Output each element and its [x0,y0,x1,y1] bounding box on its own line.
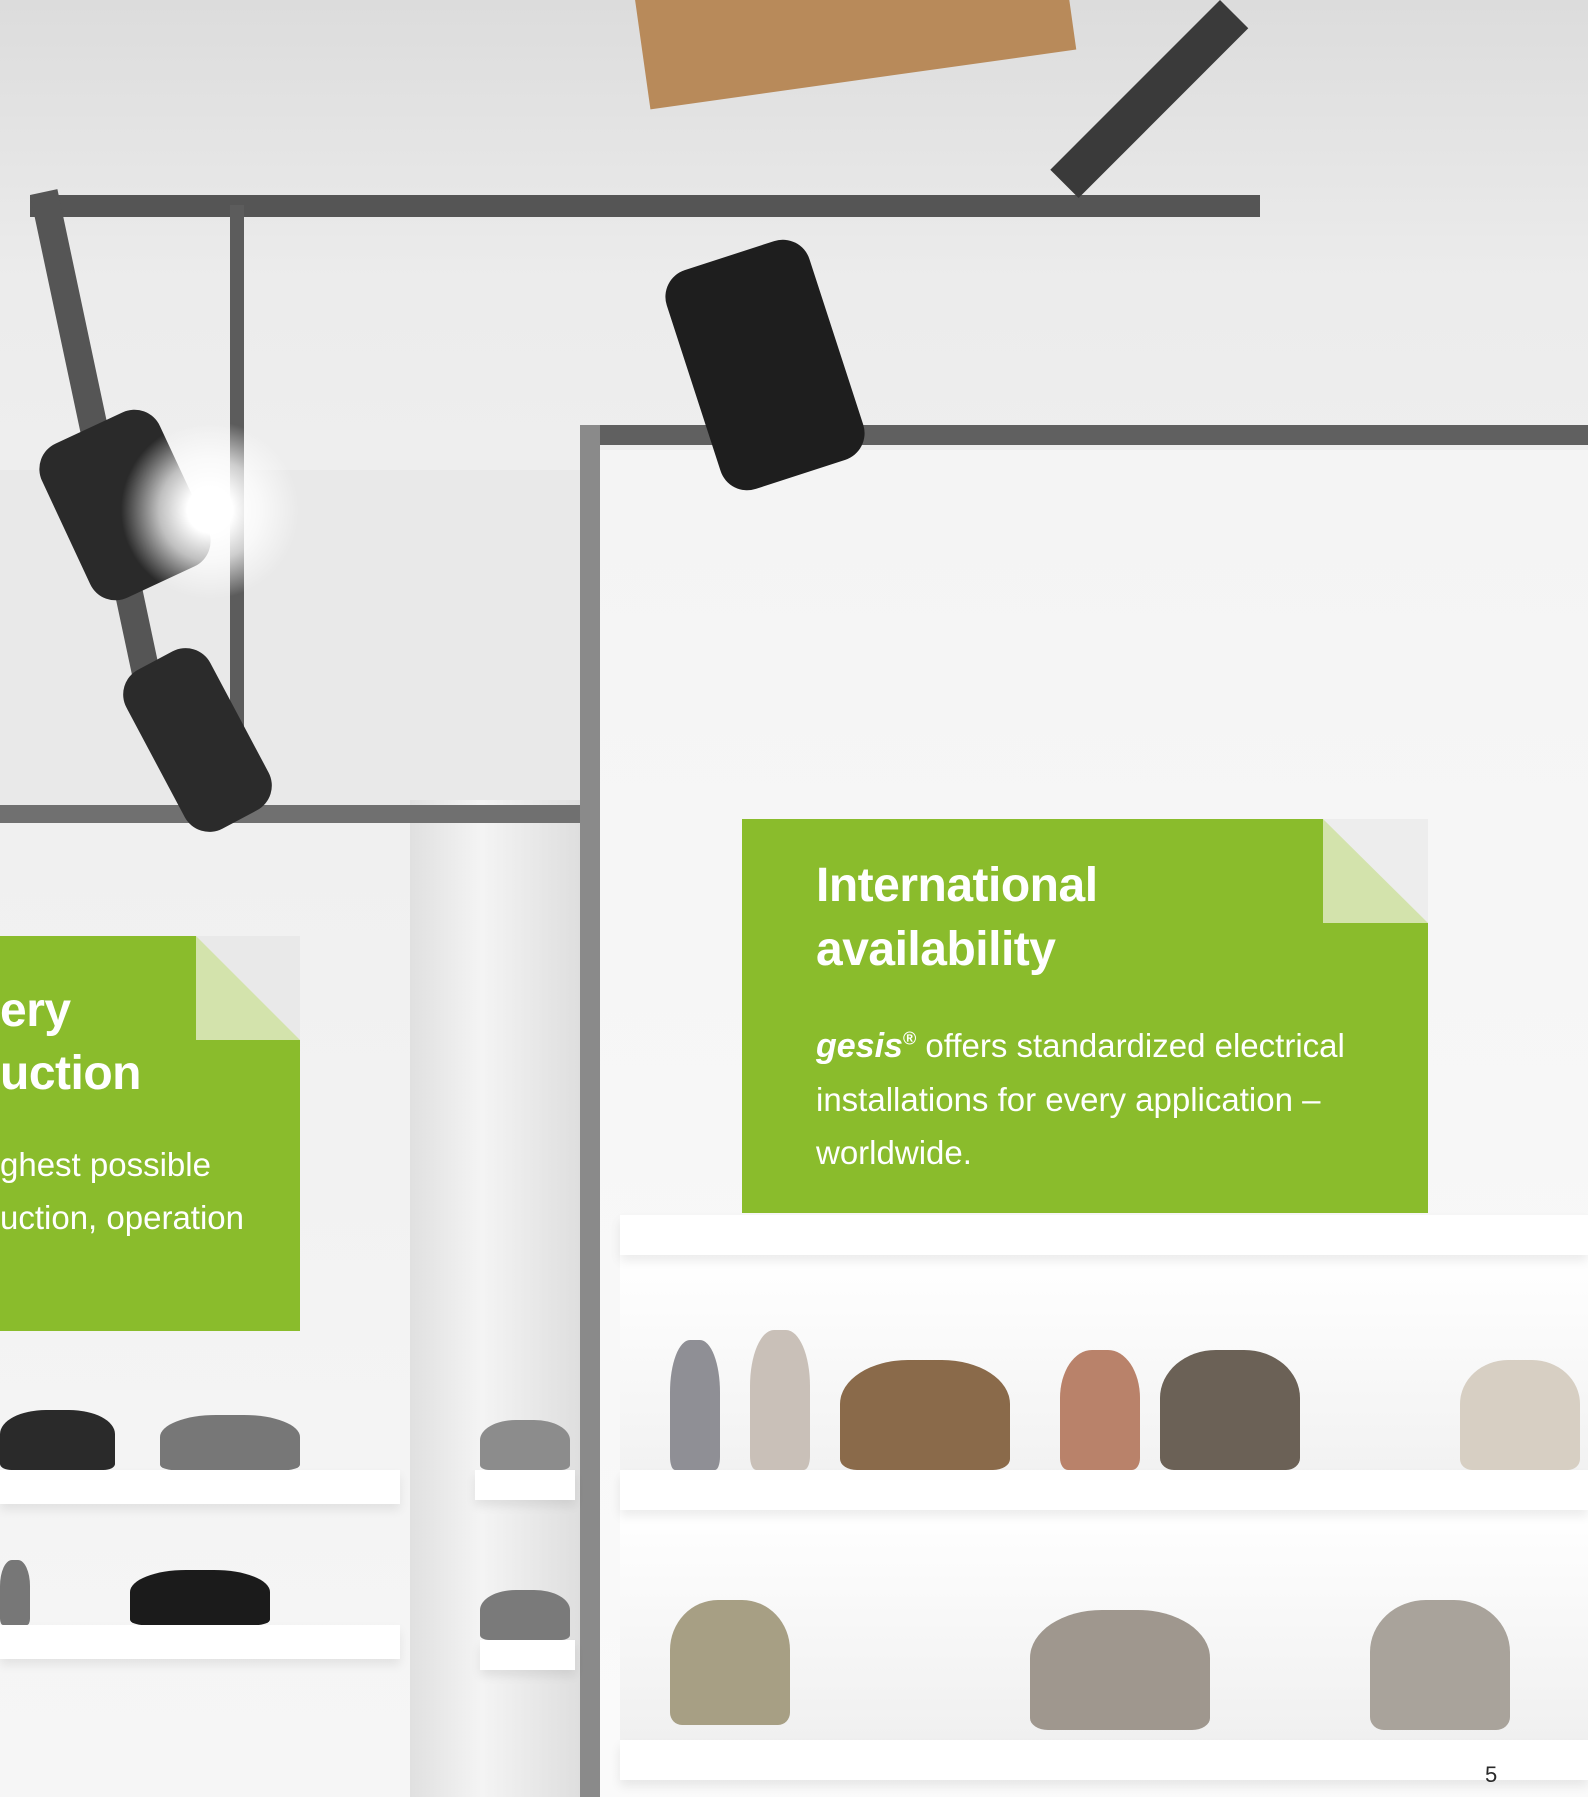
shoe [480,1420,570,1470]
shoe [1060,1350,1140,1470]
shoe [130,1570,270,1625]
brand-name: gesis® [816,1027,917,1065]
card-title-line: availability [816,923,1056,976]
shoe [480,1590,570,1640]
wall-edge [580,425,600,1797]
card-body-line: ghest possible [0,1146,211,1183]
shoe [840,1360,1010,1470]
light-glare [120,420,300,600]
shelf [620,1470,1588,1510]
shelf [620,1740,1588,1780]
ceiling-edge [0,805,580,823]
shelf [475,1470,575,1500]
light-track [30,195,1260,217]
shoe [0,1410,115,1470]
shoe [160,1415,300,1470]
shoe [670,1340,720,1470]
shoe [0,1560,30,1625]
shoe [1030,1610,1210,1730]
card-body-line: worldwide. [816,1134,972,1171]
card-body-line: gesis® offers standardized electrical [816,1027,1345,1065]
page-number: 5 [1485,1762,1498,1787]
shoe [1160,1350,1300,1470]
card-title-line: International [816,859,1098,912]
card-body-line: uction, operation [0,1199,245,1236]
card-body-line: installations for every application – [816,1081,1321,1118]
card-title-line: ery [0,984,71,1037]
shoe [670,1600,790,1725]
shelf [0,1470,400,1504]
shoe [1460,1360,1580,1470]
shoe [750,1330,810,1470]
card-title-line: uction [0,1047,141,1100]
shelf [620,1215,1588,1255]
shoe [1370,1600,1510,1730]
shelf [480,1640,575,1670]
shelf [0,1625,400,1659]
